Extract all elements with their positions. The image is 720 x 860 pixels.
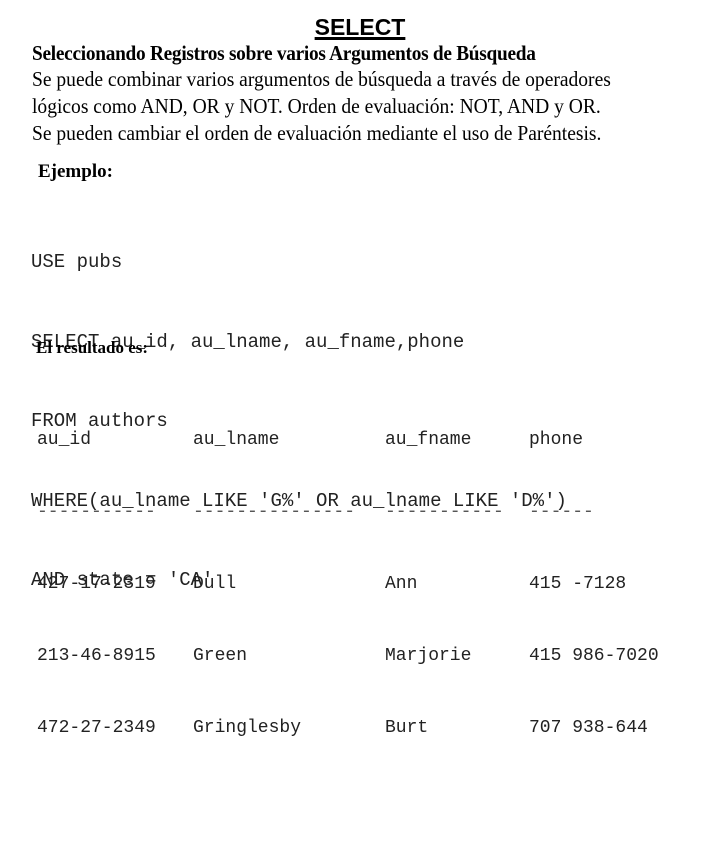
- table-row: 427-17-2319 Dull Ann 415 -7128: [37, 572, 626, 596]
- cell-au-fname: Burt: [385, 718, 429, 738]
- cell-au-id: 427-17-2319: [37, 574, 156, 594]
- cell-phone: 707 938-644: [529, 718, 648, 738]
- separator-cell: -----------: [37, 502, 156, 522]
- description-paragraph: Se puede combinar varios argumentos de b…: [32, 66, 611, 147]
- cell-au-fname: Ann: [385, 574, 418, 594]
- table-separator-row: ----------- --------------- ----------- …: [37, 500, 594, 524]
- separator-cell: -----------: [385, 502, 504, 522]
- section-subtitle: Seleccionando Registros sobre varios Arg…: [32, 41, 536, 65]
- cell-phone: 415 -7128: [529, 574, 627, 594]
- paragraph-line: Se pueden cambiar el orden de evaluación…: [32, 121, 602, 145]
- example-label: Ejemplo:: [38, 161, 113, 182]
- table-header-row: au_id au_lname au_fname phone: [37, 428, 583, 452]
- result-table: au_id au_lname au_fname phone ----------…: [37, 380, 659, 764]
- result-label: El resultado es:: [36, 338, 149, 357]
- page-title: SELECT: [0, 14, 720, 40]
- code-line: FROM authors: [31, 410, 168, 432]
- sql-code-block: USE pubs SELECT au_id, au_lname, au_fnam…: [31, 196, 567, 620]
- code-line: USE pubs: [31, 251, 123, 273]
- header-cell-phone: phone: [529, 430, 584, 450]
- table-row: 213-46-8915 Green Marjorie 415 986-7020: [37, 644, 659, 668]
- header-cell-au-id: au_id: [37, 430, 92, 450]
- cell-au-lname: Green: [193, 646, 248, 666]
- title-text: SELECT: [314, 14, 406, 40]
- separator-cell: ---------------: [193, 502, 356, 522]
- cell-phone: 415 986-7020: [529, 646, 659, 666]
- paragraph-line: Se puede combinar varios argumentos de b…: [32, 67, 611, 91]
- table-row: 472-27-2349 Gringlesby Burt 707 938-644: [37, 716, 648, 740]
- cell-au-id: 213-46-8915: [37, 646, 156, 666]
- cell-au-lname: Gringlesby: [193, 718, 302, 738]
- cell-au-id: 472-27-2349: [37, 718, 156, 738]
- cell-au-fname: Marjorie: [385, 646, 472, 666]
- header-cell-au-fname: au_fname: [385, 430, 472, 450]
- paragraph-line: lógicos como AND, OR y NOT. Orden de eva…: [32, 94, 601, 118]
- cell-au-lname: Dull: [193, 574, 237, 594]
- separator-cell: ------: [529, 502, 594, 522]
- header-cell-au-lname: au_lname: [193, 430, 280, 450]
